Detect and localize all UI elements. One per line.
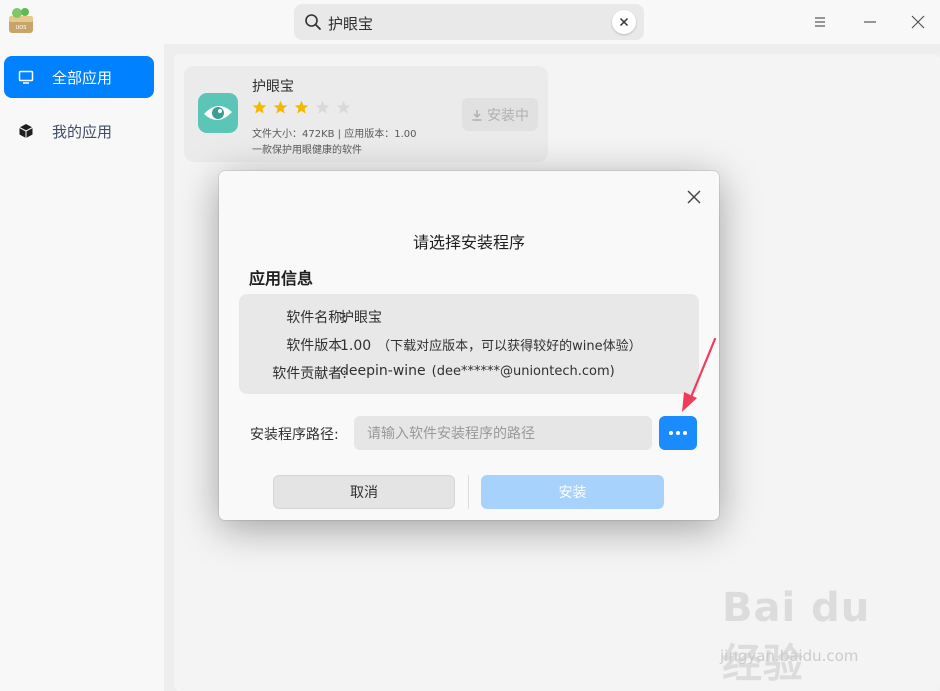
contributor-value: deepin-wine (dee******@uniontech.com) [340,363,615,379]
sidebar-item-all-apps[interactable]: 全部应用 [4,56,154,98]
info-row-version: 软件版本: 1.00 （下载对应版本，可以获得较好的wine体验） [239,335,699,357]
close-icon [687,190,701,204]
sidebar-item-my-apps[interactable]: 我的应用 [4,110,154,152]
close-icon [911,15,925,29]
app-meta: 文件大小：472KB | 应用版本：1.00 [252,129,417,140]
star-empty-icon [315,100,330,114]
box-icon [18,122,36,140]
baidu-jingyan-watermark: Bai du 经验 jingyan.baidu.com [712,585,912,687]
clear-search-button[interactable] [612,10,636,34]
app-store-logo-icon: UOS [6,6,36,36]
software-name-label: 软件名称: [286,310,347,326]
button-divider [468,475,469,509]
contributor-name: deepin-wine [340,363,426,379]
star-filled-icon [252,100,267,114]
info-row-name: 软件名称: 护眼宝 [239,307,699,329]
search-box[interactable]: 护眼宝 [294,4,644,40]
monitor-icon [18,68,36,86]
software-name-value: 护眼宝 [340,310,382,326]
watermark-url: jingyan.baidu.com [720,647,859,665]
app-card[interactable]: 护眼宝 文件大小：472KB | 应用版本：1.00 一款保护用眼健康的软件 安… [184,66,548,162]
star-empty-icon [336,100,351,114]
logo-text: UOS [16,25,27,31]
app-info-heading: 应用信息 [249,269,314,288]
minimize-icon [864,21,876,23]
installer-path-input[interactable]: 请输入软件安装程序的路径 [354,416,652,450]
contributor-label: 软件贡献者: [272,366,347,382]
more-dot [669,431,673,435]
dialog-close-button[interactable] [685,188,703,206]
annotation-arrow [682,337,717,412]
dialog-title: 请选择安装程序 [412,233,525,252]
clear-icon [619,17,629,27]
more-dot [683,431,687,435]
info-row-contributor: 软件贡献者: deepin-wine (dee******@uniontech.c… [239,363,699,385]
software-version-label: 软件版本: [286,338,347,354]
version-note: （下载对应版本，可以获得较好的wine体验） [377,339,642,354]
app-description: 一款保护用眼健康的软件 [252,145,362,156]
installing-button-label: 安装中 [487,107,529,124]
close-window-button[interactable] [908,12,928,32]
install-button[interactable]: 安装 [481,475,664,509]
search-icon [304,13,322,31]
cancel-button[interactable]: 取消 [273,475,455,509]
star-filled-icon [273,100,288,114]
select-installer-dialog: 请选择安装程序 应用信息 软件名称: 护眼宝 软件版本: 1.00 （下载对应版本… [219,171,719,520]
app-info-box: 软件名称: 护眼宝 软件版本: 1.00 （下载对应版本，可以获得较好的wine体… [239,294,699,394]
app-name: 护眼宝 [252,79,294,95]
browse-button[interactable] [659,416,697,450]
minimize-button[interactable] [860,12,880,32]
sidebar-item-label: 我的应用 [52,122,113,141]
software-version-value: 1.00 （下载对应版本，可以获得较好的wine体验） [340,335,642,354]
sidebar-item-label: 全部应用 [52,68,113,87]
version-number: 1.00 [340,338,372,354]
eye-protection-app-icon [198,93,238,133]
menu-button[interactable] [810,12,830,32]
installer-path-label: 安装程序路径: [250,427,339,443]
contributor-email: (dee******@uniontech.com) [431,364,615,379]
menu-icon [815,17,825,27]
star-filled-icon [294,100,309,114]
installing-button[interactable]: 安装中 [462,98,538,131]
download-icon [472,109,482,121]
watermark-logo: Bai du 经验 [722,585,871,687]
title-bar: UOS 护眼宝 [0,0,940,44]
sidebar: 全部应用 我的应用 [0,44,164,691]
search-input[interactable]: 护眼宝 [328,13,373,34]
more-dot [676,431,680,435]
rating-stars [252,100,351,115]
